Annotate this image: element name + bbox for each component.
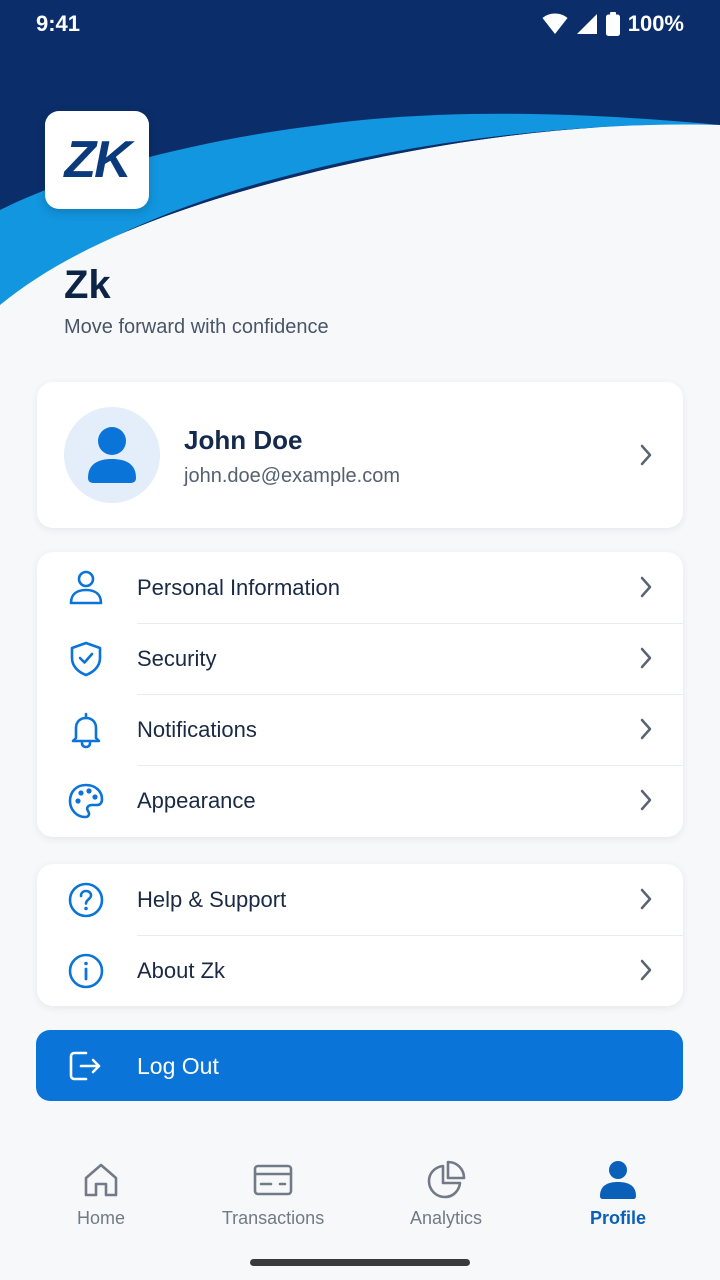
menu-item-about[interactable]: About Zk (37, 935, 683, 1006)
nav-profile[interactable]: Profile (548, 1160, 688, 1229)
nav-label: Profile (589, 1208, 646, 1228)
nav-analytics[interactable]: Analytics (376, 1160, 516, 1229)
menu-item-label: Appearance (137, 787, 256, 813)
support-menu: Help & Support About Zk (37, 864, 683, 1006)
menu-item-label: Help & Support (137, 886, 287, 912)
battery-icon (605, 12, 620, 36)
nav-home[interactable]: Home (31, 1160, 171, 1229)
logout-label: Log Out (137, 1053, 219, 1079)
nav-transactions[interactable]: Transactions (203, 1160, 343, 1229)
help-circle-icon (68, 882, 104, 918)
profile-email: john.doe@example.com (184, 465, 400, 487)
menu-item-label: Notifications (137, 716, 257, 742)
settings-menu: Personal Information Security Notificati… (37, 552, 683, 837)
menu-item-security[interactable]: Security (37, 623, 683, 694)
bell-icon (71, 712, 101, 749)
app-tagline: Move forward with confidence (64, 316, 329, 338)
menu-item-personal-information[interactable]: Personal Information (37, 552, 683, 623)
avatar (64, 407, 160, 503)
logout-icon (69, 1051, 101, 1081)
cellular-signal-icon (576, 14, 597, 34)
menu-item-help-support[interactable]: Help & Support (37, 864, 683, 935)
person-icon (69, 570, 103, 605)
battery-level: 100% (627, 11, 684, 36)
menu-item-appearance[interactable]: Appearance (37, 765, 683, 836)
profile-icon (600, 1161, 636, 1199)
chevron-right-icon (640, 576, 652, 598)
pie-chart-icon (427, 1160, 466, 1199)
nav-label: Transactions (221, 1208, 325, 1228)
status-time: 9:41 (36, 11, 81, 36)
app-logo: ZK (45, 111, 149, 209)
info-circle-icon (68, 953, 104, 989)
shield-check-icon (70, 641, 102, 677)
nav-label: Home (76, 1208, 125, 1228)
profile-card[interactable]: John Doe john.doe@example.com (37, 382, 683, 528)
card-icon (253, 1164, 293, 1196)
menu-item-notifications[interactable]: Notifications (37, 694, 683, 765)
status-bar: 9:41 100% (0, 0, 720, 48)
chevron-right-icon (640, 789, 652, 811)
menu-item-label: About Zk (137, 957, 226, 983)
menu-item-label: Personal Information (137, 574, 340, 600)
chevron-right-icon (640, 647, 652, 669)
status-indicators: 100% (542, 11, 684, 37)
nav-label: Analytics (409, 1208, 483, 1228)
home-icon (84, 1163, 118, 1197)
logout-button[interactable]: Log Out (36, 1030, 683, 1101)
home-indicator[interactable] (250, 1259, 470, 1266)
app-name: Zk (64, 263, 111, 307)
logo-text: ZK (64, 131, 131, 189)
profile-name: John Doe (184, 425, 303, 455)
chevron-right-icon (640, 888, 652, 910)
menu-item-label: Security (137, 645, 217, 671)
wifi-icon (542, 13, 568, 34)
palette-icon (68, 783, 104, 819)
chevron-right-icon (640, 718, 652, 740)
user-avatar-icon (88, 427, 136, 483)
chevron-right-icon (640, 444, 652, 466)
chevron-right-icon (640, 959, 652, 981)
